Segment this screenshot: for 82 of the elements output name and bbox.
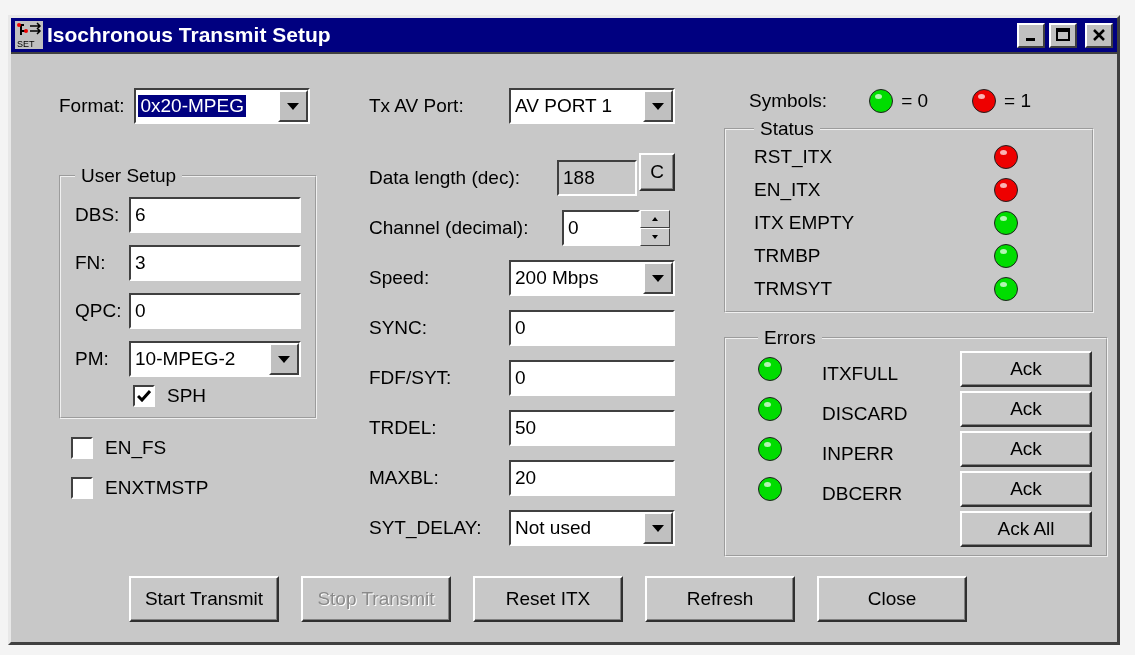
- checkbox-label: SPH: [167, 385, 207, 407]
- ack-button[interactable]: Ack: [960, 351, 1092, 387]
- action-button[interactable]: Refresh: [645, 576, 795, 622]
- dropdown-button[interactable]: [643, 90, 673, 122]
- field-label: FN:: [75, 252, 107, 274]
- dropdown-button[interactable]: [643, 262, 673, 294]
- field-label: SYNC:: [369, 317, 429, 339]
- input-field[interactable]: 3: [129, 245, 301, 281]
- caret-icon: [652, 102, 664, 110]
- checkbox-label: EN_FS: [105, 437, 167, 459]
- input-field[interactable]: 0: [509, 310, 675, 346]
- ack-button[interactable]: Ack: [960, 431, 1092, 467]
- field-label: DBS:: [75, 204, 121, 226]
- dropdown[interactable]: Not used: [509, 510, 675, 546]
- dropdown[interactable]: 200 Mbps: [509, 260, 675, 296]
- dropdown-button[interactable]: [643, 512, 673, 544]
- field-label: QPC:: [75, 300, 123, 322]
- dropdown-value: 0x20-MPEG: [138, 95, 246, 117]
- status-name: TRMBP: [754, 244, 822, 267]
- caret-icon: [652, 274, 664, 282]
- caret-icon: [278, 355, 290, 363]
- dropdown[interactable]: 10-MPEG-2: [129, 341, 301, 377]
- app-icon: SET: [15, 21, 43, 49]
- close-button[interactable]: [1085, 22, 1113, 48]
- close-icon: [1091, 27, 1107, 43]
- maximize-icon: [1055, 27, 1071, 43]
- field-label: Data length (dec):: [369, 167, 522, 189]
- input-field[interactable]: 0: [509, 360, 675, 396]
- dropdown[interactable]: AV PORT 1: [509, 88, 675, 124]
- status-name: ITX EMPTY: [754, 211, 856, 234]
- field-label: SYT_DELAY:: [369, 517, 483, 539]
- action-button[interactable]: Close: [817, 576, 967, 622]
- up-arrow-icon: [652, 217, 658, 221]
- ack-all-button[interactable]: Ack All: [960, 511, 1092, 547]
- caret-icon: [652, 524, 664, 532]
- group-title: User Setup: [80, 165, 178, 187]
- dropdown-button[interactable]: [278, 90, 309, 122]
- ack-button[interactable]: Ack: [960, 391, 1092, 427]
- checkbox[interactable]: [71, 477, 93, 499]
- window-title: Isochronous Transmit Setup: [47, 23, 331, 47]
- caret-icon: [287, 102, 300, 110]
- minimize-icon: [1025, 38, 1035, 41]
- minimize-button[interactable]: [1017, 22, 1045, 48]
- field-label: MAXBL:: [369, 467, 440, 489]
- field-label: Tx AV Port:: [369, 95, 465, 117]
- checkbox[interactable]: [133, 385, 155, 407]
- ack-button[interactable]: Ack: [960, 471, 1092, 507]
- legend-label: Symbols:: [749, 90, 828, 112]
- format-dropdown[interactable]: 0x20-MPEG: [134, 88, 311, 124]
- field-label: TRDEL:: [369, 417, 438, 439]
- field-label: PM:: [75, 348, 110, 370]
- dropdown-button[interactable]: [269, 343, 299, 375]
- input-field[interactable]: 0: [129, 293, 301, 329]
- error-name: ITXFULL: [822, 362, 900, 385]
- status-name: RST_ITX: [754, 145, 834, 168]
- field-label: Format:: [59, 95, 125, 117]
- action-button[interactable]: Start Transmit: [129, 576, 279, 622]
- error-name: DBCERR: [822, 482, 904, 505]
- input-field[interactable]: 0: [562, 210, 640, 246]
- maximize-button[interactable]: [1049, 22, 1077, 48]
- status-name: TRMSYT: [754, 277, 834, 300]
- group-title: Errors: [763, 327, 817, 349]
- readonly-field: 188: [557, 160, 637, 196]
- error-name: INPERR: [822, 442, 895, 465]
- check-icon: [137, 390, 151, 402]
- legend-text: = 1: [1004, 90, 1032, 112]
- field-label: Speed:: [369, 267, 431, 289]
- field-label: Channel (decimal):: [369, 217, 530, 239]
- input-field[interactable]: 6: [129, 197, 301, 233]
- legend-text: = 0: [901, 90, 929, 112]
- group-title: Status: [759, 118, 815, 140]
- clear-button[interactable]: C: [639, 153, 675, 191]
- input-field[interactable]: 20: [509, 460, 675, 496]
- field-label: FDF/SYT:: [369, 367, 453, 389]
- checkbox[interactable]: [71, 437, 93, 459]
- input-field[interactable]: 50: [509, 410, 675, 446]
- status-name: EN_ITX: [754, 178, 822, 201]
- down-arrow-icon: [652, 235, 658, 239]
- spin-button[interactable]: [640, 210, 670, 246]
- checkbox-label: ENXTMSTP: [105, 477, 209, 499]
- error-name: DISCARD: [822, 402, 909, 425]
- action-button[interactable]: Reset ITX: [473, 576, 623, 622]
